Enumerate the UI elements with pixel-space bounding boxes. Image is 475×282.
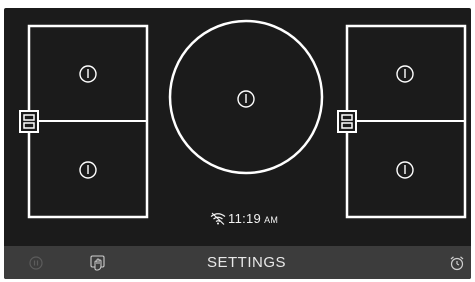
right-zone-group	[337, 24, 467, 219]
pause-button[interactable]	[24, 246, 48, 279]
clock-ampm: AM	[264, 214, 279, 225]
bottom-bar: SETTINGS	[4, 246, 471, 279]
left-front-zone[interactable]	[31, 123, 145, 215]
right-front-zone[interactable]	[349, 123, 463, 215]
center-zone[interactable]	[168, 19, 324, 175]
clock-time: 11:19	[228, 211, 262, 226]
cooktop-display-frame: 11:19 AM SETTINGS	[0, 0, 475, 282]
alarm-clock-icon	[450, 255, 464, 270]
lock-button[interactable]	[86, 246, 110, 279]
wifi-off-icon	[210, 212, 226, 225]
right-rear-zone[interactable]	[349, 28, 463, 119]
left-zone-group	[19, 24, 149, 219]
cooktop-screen: 11:19 AM SETTINGS	[4, 8, 471, 279]
timer-button[interactable]	[446, 246, 468, 279]
left-rear-zone[interactable]	[31, 28, 145, 119]
settings-button[interactable]: SETTINGS	[164, 246, 329, 279]
pause-icon	[29, 255, 43, 270]
status-clock: 11:19 AM	[210, 211, 278, 226]
hand-lock-icon	[90, 254, 105, 270]
